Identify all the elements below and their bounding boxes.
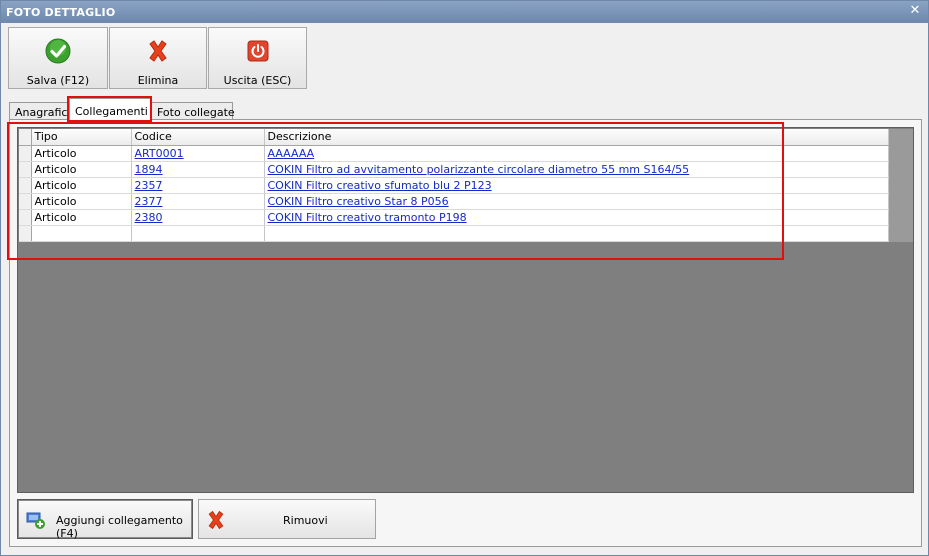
delete-button-label: Elimina [137, 74, 179, 87]
tab-foto-collegate[interactable]: Foto collegate [151, 102, 235, 120]
title-bar: FOTO DETTAGLIO ✕ [1, 1, 928, 23]
remove-button[interactable]: Rimuovi [198, 499, 376, 539]
add-link-button-label: Aggiungi collegamento (F4) [56, 514, 183, 540]
exit-button[interactable]: Uscita (ESC) [208, 27, 307, 89]
foto-dettaglio-window: FOTO DETTAGLIO ✕ Salva (F12) Elimina Usc… [0, 0, 929, 556]
add-link-button[interactable]: Aggiungi collegamento (F4) [17, 499, 193, 540]
x-icon [149, 40, 167, 62]
save-button-label: Salva (F12) [26, 74, 90, 87]
power-icon [247, 40, 268, 62]
check-icon [45, 38, 71, 64]
add-link-icon [26, 512, 45, 529]
delete-button[interactable]: Elimina [109, 27, 207, 89]
grid-right-gutter [889, 129, 913, 242]
tab-label: Anagrafica [15, 106, 75, 119]
x-icon [208, 510, 224, 530]
highlight-tab-box [67, 96, 152, 122]
tab-label: Foto collegate [157, 106, 235, 119]
exit-button-label: Uscita (ESC) [223, 74, 292, 87]
highlight-grid-box [7, 122, 784, 260]
close-icon[interactable]: ✕ [908, 4, 922, 18]
save-button[interactable]: Salva (F12) [8, 27, 108, 89]
tab-anagrafica[interactable]: Anagrafica [9, 102, 74, 120]
remove-button-label: Rimuovi [283, 514, 328, 527]
window-title: FOTO DETTAGLIO [6, 6, 116, 19]
